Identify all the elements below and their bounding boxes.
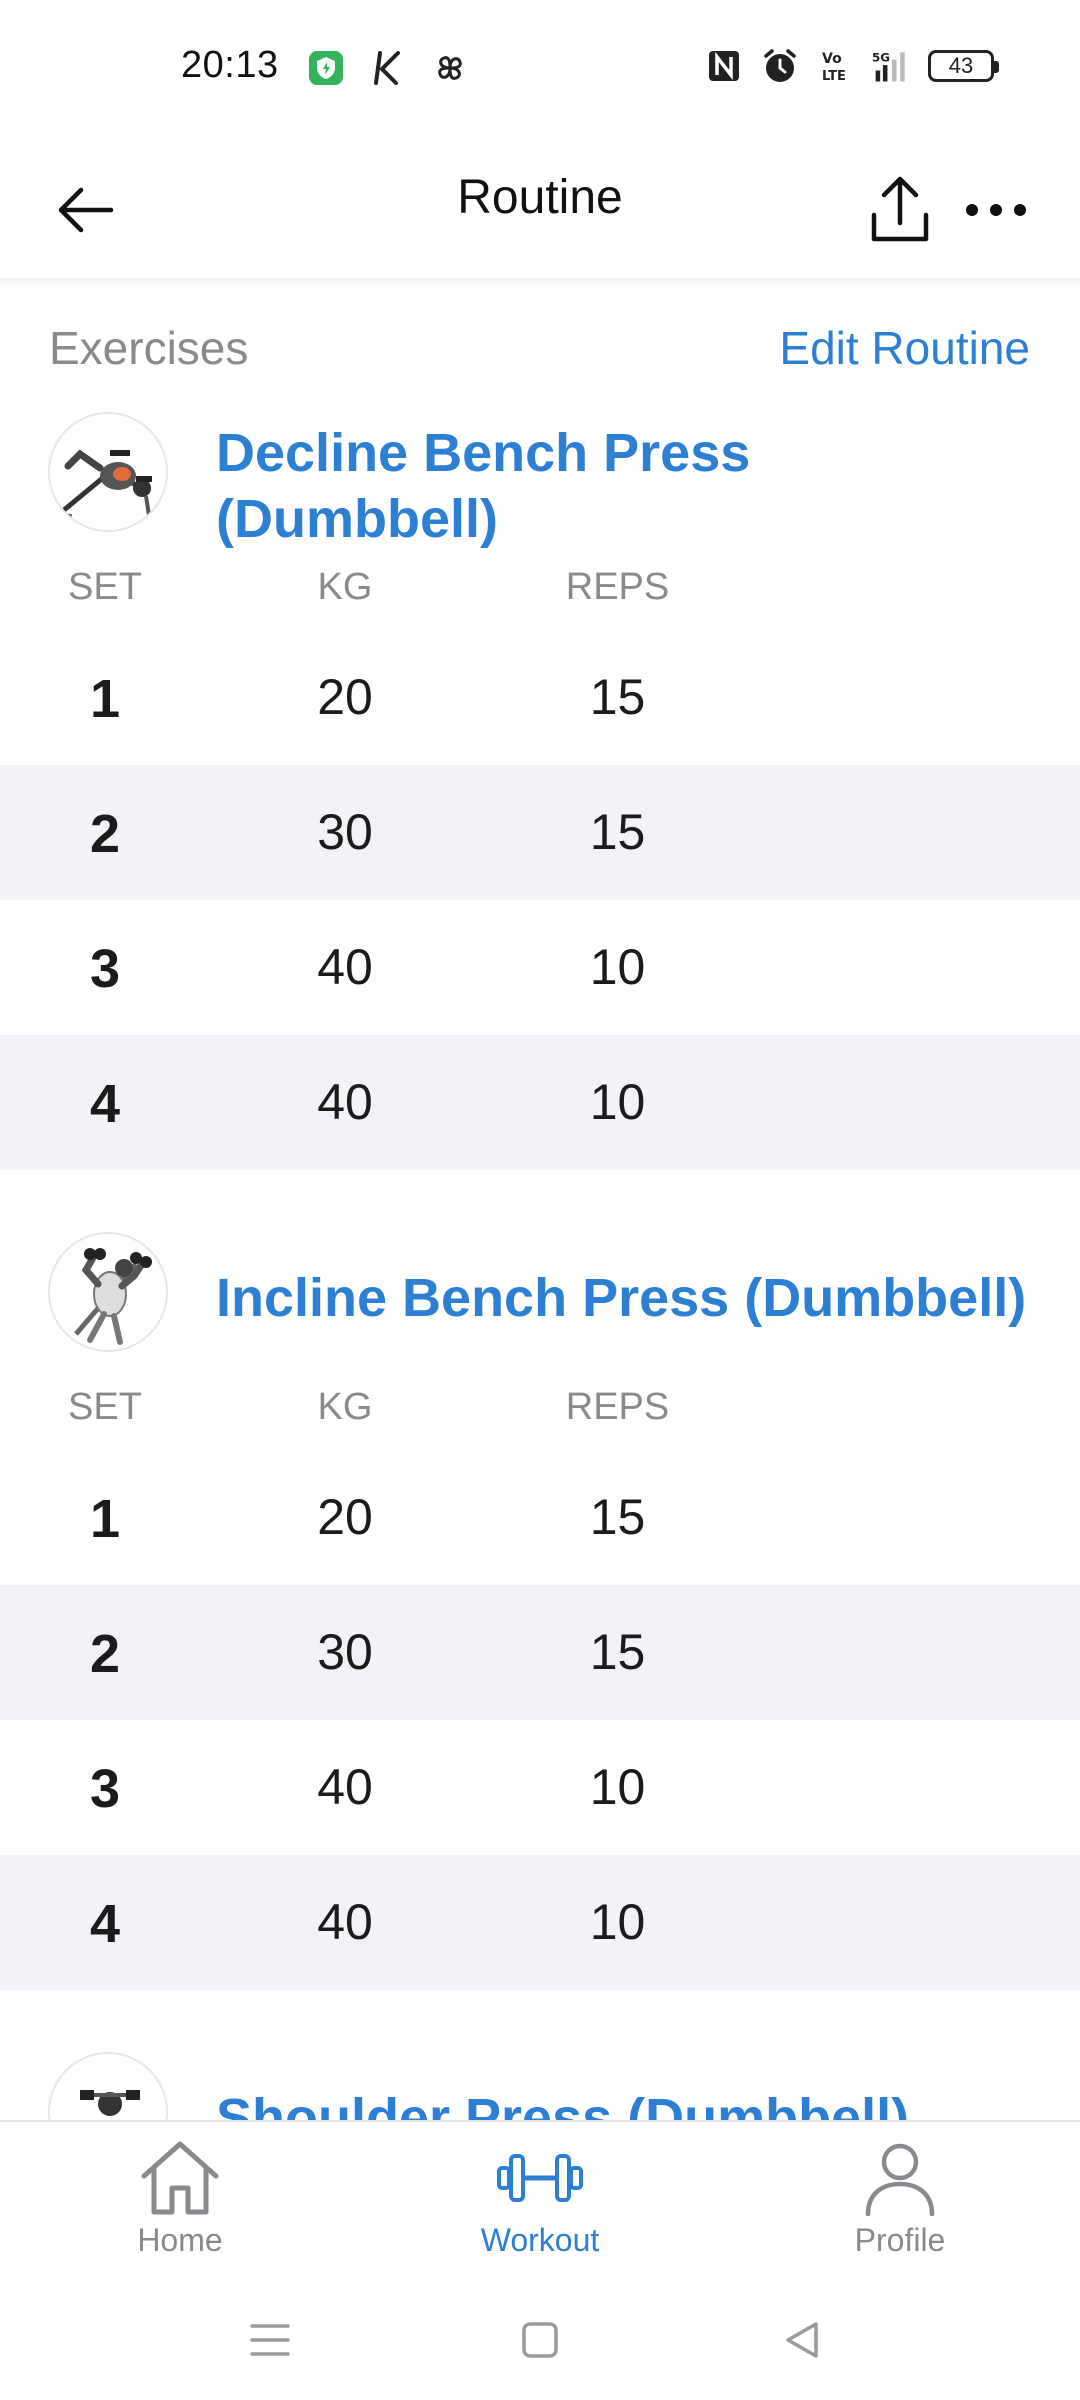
set-number: 1 bbox=[89, 1489, 121, 1549]
signal-5g-icon: 5G bbox=[872, 46, 912, 86]
set-number: 3 bbox=[89, 1759, 121, 1819]
set-column-header: SET bbox=[68, 1386, 142, 1428]
alarm-icon bbox=[760, 46, 800, 86]
exercise-name[interactable]: Decline Bench Press (Dumbbell) bbox=[216, 420, 750, 552]
exercise-thumbnail[interactable] bbox=[48, 2052, 168, 2120]
set-row: 4 40 10 bbox=[0, 1035, 1080, 1170]
set-row: 1 20 15 bbox=[0, 1450, 1080, 1585]
exercise-name-line: (Dumbbell) bbox=[216, 489, 498, 549]
reps-column-header: REPS bbox=[565, 566, 670, 608]
edit-routine-button[interactable]: Edit Routine bbox=[779, 321, 1030, 375]
exercise-name[interactable]: Shoulder Press (Dumbbell) bbox=[216, 2085, 909, 2120]
set-weight: 30 bbox=[317, 1624, 373, 1680]
set-number: 2 bbox=[89, 1624, 121, 1684]
set-row: 3 40 10 bbox=[0, 1720, 1080, 1855]
set-reps: 10 bbox=[589, 939, 646, 995]
kg-column-header: KG bbox=[317, 1386, 373, 1428]
nav-label: Profile bbox=[854, 2222, 946, 2258]
set-row: 2 30 15 bbox=[0, 1585, 1080, 1720]
more-options-button[interactable] bbox=[950, 160, 1042, 260]
set-row: 2 30 15 bbox=[0, 765, 1080, 900]
system-navigation-bar bbox=[0, 2270, 1080, 2400]
square-icon bbox=[522, 2322, 558, 2358]
back-system-button[interactable] bbox=[762, 2300, 842, 2380]
set-weight: 20 bbox=[317, 669, 373, 725]
exercise-thumbnail[interactable] bbox=[48, 412, 168, 532]
set-number: 1 bbox=[89, 669, 121, 729]
nfc-icon bbox=[704, 46, 744, 86]
set-weight: 40 bbox=[317, 1894, 373, 1950]
set-weight: 20 bbox=[317, 1489, 373, 1545]
set-reps: 15 bbox=[589, 804, 646, 860]
sets-column-headers: SET KG REPS bbox=[0, 560, 1080, 630]
svg-text:LTE: LTE bbox=[822, 69, 846, 84]
home-icon bbox=[130, 2138, 230, 2218]
exercise-card: Decline Bench Press (Dumbbell) SET KG RE… bbox=[0, 400, 1080, 1170]
top-app-bar: Routine bbox=[0, 140, 1080, 280]
nav-workout[interactable]: Workout bbox=[410, 2122, 670, 2272]
nav-label: Workout bbox=[480, 2222, 600, 2258]
exercise-header[interactable]: Shoulder Press (Dumbbell) bbox=[0, 2040, 1080, 2120]
section-header: Exercises Edit Routine bbox=[0, 315, 1080, 375]
set-reps: 10 bbox=[589, 1759, 646, 1815]
share-button[interactable] bbox=[850, 160, 950, 260]
status-bar: 20:13 Vo LTE 5G 43 bbox=[0, 0, 1080, 140]
set-reps: 10 bbox=[589, 1074, 646, 1130]
svg-text:Vo: Vo bbox=[822, 51, 842, 67]
section-label: Exercises bbox=[49, 322, 249, 374]
set-weight: 40 bbox=[317, 939, 373, 995]
set-number: 4 bbox=[89, 1074, 121, 1134]
set-number: 4 bbox=[89, 1894, 121, 1954]
header-divider bbox=[0, 278, 1080, 288]
set-row: 4 40 10 bbox=[0, 1855, 1080, 1990]
exercise-card: Incline Bench Press (Dumbbell) SET KG RE… bbox=[0, 1220, 1080, 1990]
set-weight: 40 bbox=[317, 1759, 373, 1815]
set-reps: 15 bbox=[589, 1489, 646, 1545]
routine-content[interactable]: Exercises Edit Routine Decline Bench Pre… bbox=[0, 290, 1080, 2120]
svg-text:5G: 5G bbox=[872, 50, 890, 64]
profile-icon bbox=[850, 2138, 950, 2218]
share-icon bbox=[871, 176, 929, 242]
k-app-icon bbox=[368, 48, 408, 88]
exercise-card: Shoulder Press (Dumbbell) bbox=[0, 2040, 1080, 2120]
status-right-icons: Vo LTE 5G 43 bbox=[704, 46, 999, 86]
set-reps: 15 bbox=[589, 1624, 646, 1680]
nav-home[interactable]: Home bbox=[50, 2122, 310, 2272]
more-horizontal-icon bbox=[966, 204, 1026, 216]
nav-profile[interactable]: Profile bbox=[770, 2122, 1030, 2272]
home-system-button[interactable] bbox=[500, 2300, 580, 2380]
exercise-header[interactable]: Decline Bench Press (Dumbbell) bbox=[0, 400, 1080, 560]
volte-icon: Vo LTE bbox=[816, 46, 856, 86]
exercise-name-line: Decline Bench Press bbox=[216, 423, 751, 483]
menu-lines-icon bbox=[250, 2324, 290, 2356]
recent-apps-button[interactable] bbox=[230, 2300, 310, 2380]
set-row: 3 40 10 bbox=[0, 900, 1080, 1035]
pinwheel-app-icon bbox=[430, 48, 470, 88]
set-number: 2 bbox=[89, 804, 121, 864]
status-time: 20:13 bbox=[181, 44, 279, 86]
dumbbell-icon bbox=[490, 2138, 590, 2218]
reps-column-header: REPS bbox=[565, 1386, 670, 1428]
exercise-header[interactable]: Incline Bench Press (Dumbbell) bbox=[0, 1220, 1080, 1380]
bottom-navigation: Home Workout Profile bbox=[0, 2120, 1080, 2270]
set-reps: 10 bbox=[589, 1894, 646, 1950]
set-number: 3 bbox=[89, 939, 121, 999]
set-weight: 30 bbox=[317, 804, 373, 860]
set-row: 1 20 15 bbox=[0, 630, 1080, 765]
sets-column-headers: SET KG REPS bbox=[0, 1380, 1080, 1450]
nav-label: Home bbox=[137, 2222, 223, 2258]
triangle-back-icon bbox=[786, 2322, 818, 2358]
battery-icon: 43 bbox=[928, 50, 999, 82]
set-weight: 40 bbox=[317, 1074, 373, 1130]
exercise-thumbnail[interactable] bbox=[48, 1232, 168, 1352]
set-reps: 15 bbox=[589, 669, 646, 725]
exercise-name[interactable]: Incline Bench Press (Dumbbell) bbox=[216, 1265, 1026, 1331]
shield-app-icon bbox=[306, 48, 346, 88]
set-column-header: SET bbox=[68, 566, 142, 608]
status-left-icons bbox=[306, 48, 470, 88]
kg-column-header: KG bbox=[317, 566, 373, 608]
